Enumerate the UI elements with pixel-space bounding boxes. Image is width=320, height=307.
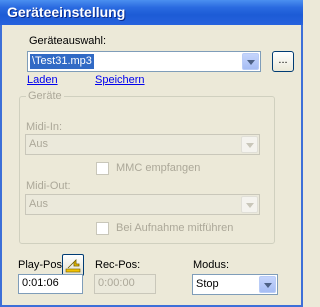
play-pos-input[interactable]: 0:01:06 (18, 274, 83, 294)
play-pos-label: Play-Pos: (18, 259, 66, 271)
arrow-icon (65, 259, 81, 273)
mode-label: Modus: (193, 259, 230, 271)
rec-pos-input[interactable]: 0:00:00 (94, 274, 156, 294)
chevron-down-icon (246, 203, 254, 208)
mmc-label: MMC empfangen (116, 162, 201, 174)
window-title: Geräteeinstellung (0, 0, 303, 25)
save-link[interactable]: Speichern (95, 74, 145, 86)
mode-combo[interactable]: Stop (192, 274, 278, 295)
device-selection-value: \Test31.mp3 (30, 54, 94, 69)
device-selection-combo[interactable]: \Test31.mp3 (27, 51, 261, 72)
device-selection-label: Geräteauswahl: (29, 35, 107, 47)
midi-in-combo[interactable]: Aus (25, 134, 260, 155)
devices-group-legend: Geräte (26, 90, 64, 102)
mmc-checkbox[interactable] (96, 162, 109, 175)
mode-dropdown-button[interactable] (259, 276, 276, 293)
record-label: Bei Aufnahme mitführen (116, 222, 234, 234)
chevron-down-icon (264, 283, 272, 288)
midi-in-dropdown-button[interactable] (241, 136, 258, 153)
device-selection-dropdown-button[interactable] (242, 53, 259, 70)
midi-out-dropdown-button[interactable] (241, 196, 258, 213)
load-link[interactable]: Laden (27, 74, 58, 86)
locate-play-button[interactable] (62, 254, 84, 276)
mode-value: Stop (196, 278, 219, 290)
midi-out-value: Aus (29, 198, 48, 210)
midi-out-combo[interactable]: Aus (25, 194, 260, 215)
rec-pos-label: Rec-Pos: (95, 259, 141, 271)
midi-in-label: Midi-In: (26, 121, 63, 133)
chevron-down-icon (247, 60, 255, 65)
browse-button[interactable]: ... (272, 51, 294, 72)
record-checkbox[interactable] (96, 222, 109, 235)
midi-out-label: Midi-Out: (26, 180, 71, 192)
midi-in-value: Aus (29, 138, 48, 150)
chevron-down-icon (246, 143, 254, 148)
